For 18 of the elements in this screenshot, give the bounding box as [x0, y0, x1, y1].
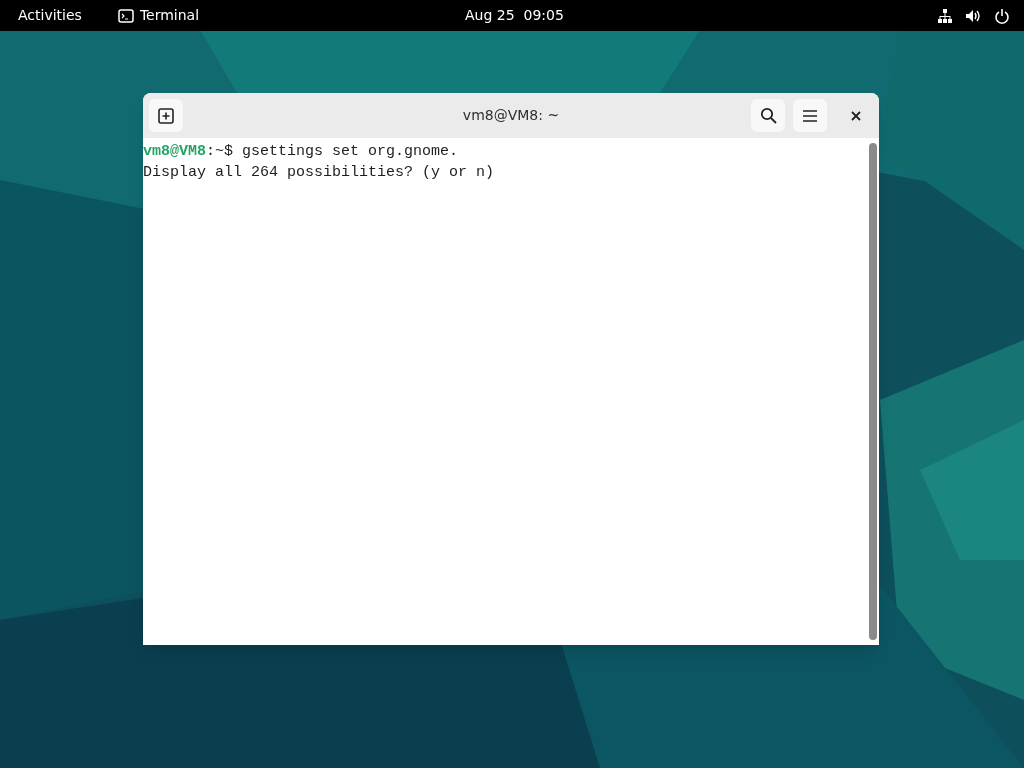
terminal-icon: [117, 8, 134, 23]
window-title: vm8@VM8: ~: [462, 106, 560, 125]
command-text: :~$ gsettings set org.gnome.: [206, 142, 459, 162]
prompt-user-host: vm8@VM8: [143, 142, 206, 162]
menu-icon: [802, 108, 818, 123]
plus-icon: [158, 107, 174, 124]
network-icon[interactable]: [937, 7, 953, 24]
clock[interactable]: Aug 25 09:05: [465, 5, 564, 26]
menu-button[interactable]: [793, 99, 827, 132]
app-menu-label[interactable]: Terminal: [139, 5, 200, 26]
scrollbar[interactable]: [868, 143, 877, 640]
output-text: Display all 264 possibilities? (y or n): [143, 163, 495, 183]
new-tab-button[interactable]: [149, 99, 183, 132]
activities-button[interactable]: Activities: [18, 5, 82, 26]
close-icon: [851, 110, 861, 121]
search-icon: [759, 107, 777, 124]
search-button[interactable]: [751, 99, 785, 132]
power-icon[interactable]: [994, 7, 1010, 24]
